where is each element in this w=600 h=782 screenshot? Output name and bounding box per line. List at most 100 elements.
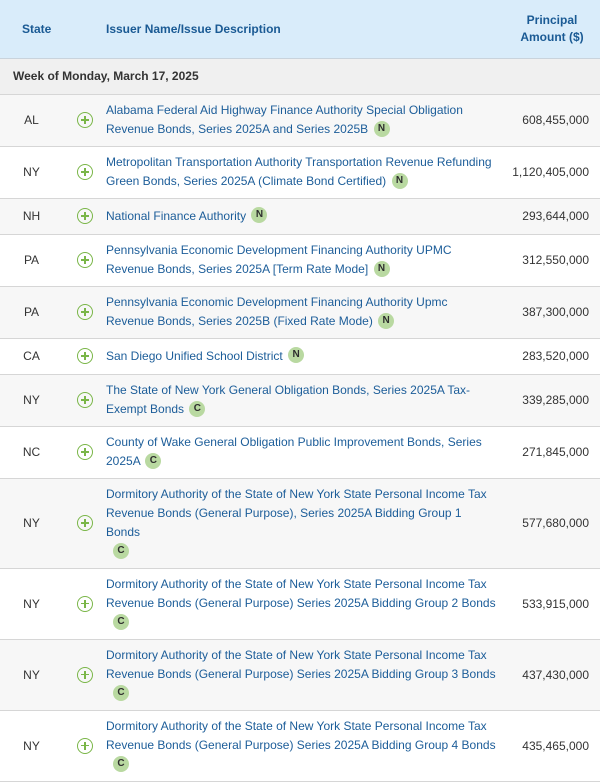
issuer-link[interactable]: Dormitory Authority of the State of New … (106, 719, 496, 752)
row-description-cell: Dormitory Authority of the State of New … (106, 478, 504, 569)
issuer-link[interactable]: Pennsylvania Economic Development Financ… (106, 243, 452, 276)
plus-circle-icon[interactable] (77, 112, 93, 128)
row-state: NC (0, 426, 64, 479)
row-amount: 437,430,000 (504, 639, 600, 711)
plus-circle-icon[interactable] (77, 666, 93, 683)
badge-line: C (106, 756, 496, 775)
table-row: NY Dormitory Authority of the State of Ne… (0, 478, 600, 569)
table-row: NY Metropolitan Transportation Authority … (0, 146, 600, 199)
plus-circle-icon[interactable] (77, 392, 93, 408)
row-description-cell: Alabama Federal Aid Highway Finance Auth… (106, 94, 504, 147)
status-badge: C (189, 400, 206, 417)
issuer-link[interactable]: National Finance Authority (106, 209, 246, 223)
status-badge: N (288, 347, 305, 364)
row-expand-cell (64, 568, 106, 640)
row-amount: 577,680,000 (504, 478, 600, 569)
status-badge: C (113, 543, 129, 560)
row-expand-cell (64, 338, 106, 375)
plus-circle-icon[interactable] (77, 595, 93, 612)
row-state: NY (0, 374, 64, 427)
row-description-cell: Pennsylvania Economic Development Financ… (106, 234, 504, 287)
row-description-cell: Dormitory Authority of the State of New … (106, 568, 504, 640)
table-row: NC County of Wake General Obligation Publ… (0, 426, 600, 479)
header-issuer-description[interactable]: Issuer Name/Issue Description (106, 0, 504, 59)
row-expand-cell (64, 286, 106, 339)
plus-circle-icon[interactable] (77, 737, 93, 754)
table-row: PA Pennsylvania Economic Development Fina… (0, 234, 600, 287)
table-header-row: State Issuer Name/Issue Description Prin… (0, 0, 600, 59)
row-state: NY (0, 710, 64, 782)
plus-circle-icon[interactable] (77, 348, 93, 364)
table-row: AL Alabama Federal Aid Highway Finance Au… (0, 94, 600, 147)
plus-circle-icon[interactable] (77, 208, 93, 224)
row-description-cell: Dormitory Authority of the State of New … (106, 639, 504, 711)
issuer-link[interactable]: Pennsylvania Economic Development Financ… (106, 295, 448, 328)
status-badge: N (378, 312, 395, 329)
row-expand-cell (64, 234, 106, 287)
plus-circle-icon[interactable] (77, 444, 93, 460)
status-badge: C (113, 756, 129, 773)
row-state: CA (0, 338, 64, 375)
row-amount: 312,550,000 (504, 234, 600, 287)
row-expand-cell (64, 94, 106, 147)
row-state: NY (0, 639, 64, 711)
table-row: NY Dormitory Authority of the State of Ne… (0, 710, 600, 782)
badge-line: C (106, 685, 496, 704)
issuer-link[interactable]: San Diego Unified School District (106, 349, 283, 363)
row-description-cell: San Diego Unified School District N (106, 338, 504, 375)
row-amount: 283,520,000 (504, 338, 600, 375)
row-expand-cell (64, 426, 106, 479)
row-state: PA (0, 234, 64, 287)
status-badge: N (251, 207, 268, 224)
header-principal-amount[interactable]: Principal Amount ($) (504, 0, 600, 59)
row-expand-cell (64, 639, 106, 711)
table-row: PA Pennsylvania Economic Development Fina… (0, 286, 600, 339)
status-badge: C (113, 685, 129, 702)
row-amount: 608,455,000 (504, 94, 600, 147)
plus-circle-icon[interactable] (77, 252, 93, 268)
row-description-cell: Metropolitan Transportation Authority Tr… (106, 146, 504, 199)
row-state: PA (0, 286, 64, 339)
table-row: NH National Finance Authority N 293,644,00… (0, 198, 600, 235)
issuer-link[interactable]: Dormitory Authority of the State of New … (106, 577, 496, 610)
plus-circle-icon[interactable] (77, 304, 93, 320)
row-expand-cell (64, 478, 106, 569)
badge-line: C (106, 543, 496, 562)
row-amount: 293,644,000 (504, 198, 600, 235)
row-amount: 271,845,000 (504, 426, 600, 479)
row-expand-cell (64, 710, 106, 782)
row-description-cell: National Finance Authority N (106, 198, 504, 235)
issuer-link[interactable]: County of Wake General Obligation Public… (106, 435, 482, 468)
row-amount: 1,120,405,000 (504, 146, 600, 199)
bond-issues-table: State Issuer Name/Issue Description Prin… (0, 0, 600, 782)
plus-circle-icon[interactable] (77, 164, 93, 180)
issuer-link[interactable]: Metropolitan Transportation Authority Tr… (106, 155, 492, 188)
row-state: NY (0, 478, 64, 569)
row-description-cell: The State of New York General Obligation… (106, 374, 504, 427)
table-row: NY Dormitory Authority of the State of Ne… (0, 568, 600, 640)
row-amount: 435,465,000 (504, 710, 600, 782)
issuer-link[interactable]: Dormitory Authority of the State of New … (106, 487, 487, 539)
row-state: NH (0, 198, 64, 235)
row-state: NY (0, 146, 64, 199)
table-row: NY Dormitory Authority of the State of Ne… (0, 639, 600, 711)
row-expand-cell (64, 198, 106, 235)
badge-line: C (106, 614, 496, 633)
row-amount: 533,915,000 (504, 568, 600, 640)
header-expand-spacer (64, 0, 106, 59)
row-description-cell: Pennsylvania Economic Development Financ… (106, 286, 504, 339)
plus-circle-icon[interactable] (77, 515, 93, 531)
issuer-link[interactable]: Alabama Federal Aid Highway Finance Auth… (106, 103, 463, 136)
issuer-link[interactable]: The State of New York General Obligation… (106, 383, 470, 416)
week-label: Week of Monday, March 17, 2025 (0, 58, 600, 95)
status-badge: N (391, 172, 408, 189)
status-badge: C (145, 452, 162, 469)
table-row: NY The State of New York General Obligati… (0, 374, 600, 427)
issuer-link[interactable]: Dormitory Authority of the State of New … (106, 648, 496, 681)
row-expand-cell (64, 374, 106, 427)
header-state[interactable]: State (0, 0, 64, 59)
header-amount-line2: Amount ($) (520, 29, 584, 44)
table-row: CA San Diego Unified School District N 283… (0, 338, 600, 375)
row-description-cell: County of Wake General Obligation Public… (106, 426, 504, 479)
row-description-cell: Dormitory Authority of the State of New … (106, 710, 504, 782)
